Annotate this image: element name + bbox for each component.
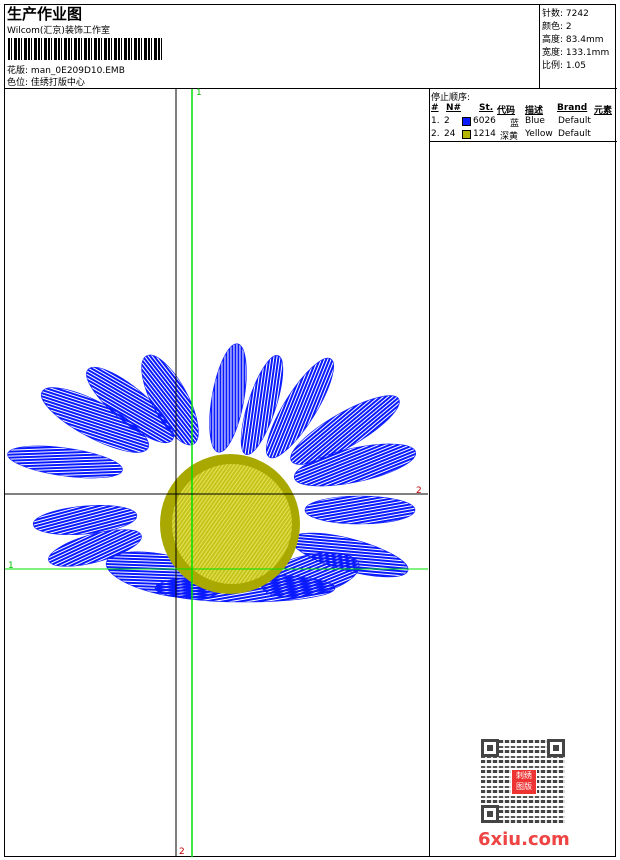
seal-logo: 刺绣 图版 [511,769,537,795]
qr-code: 刺绣 图版 [481,739,565,823]
black-guide-label-right: 2 [416,486,422,496]
black-guide-label-bottom: 2 [179,847,185,857]
production-sheet: 生产作业图 Wilcom(汇京)装饰工作室 花版: man_0E209D10.E… [0,0,620,860]
flower-center [172,464,292,584]
green-guide-label-left: 1 [8,561,14,571]
green-guide-label-top: 1 [196,88,202,98]
design-canvas[interactable] [0,0,620,860]
watermark-brand: 6xiu.com [478,829,570,850]
